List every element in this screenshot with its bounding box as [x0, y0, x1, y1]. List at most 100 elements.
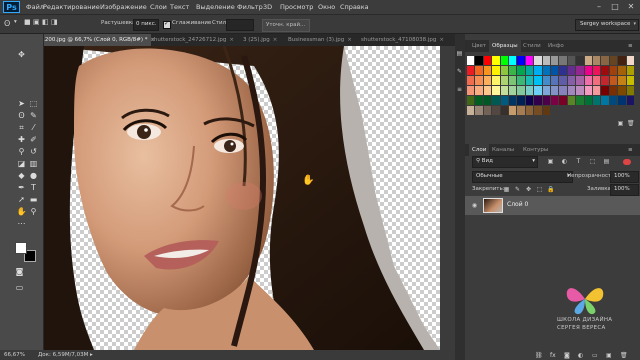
close-tab-icon[interactable]: ×: [273, 37, 278, 43]
swatch[interactable]: [542, 66, 550, 75]
swatch[interactable]: [483, 106, 492, 115]
swatch[interactable]: [551, 76, 559, 85]
swatch[interactable]: [576, 96, 584, 105]
swatch[interactable]: [626, 86, 634, 95]
swatch[interactable]: [492, 76, 500, 85]
swatch[interactable]: [542, 86, 550, 95]
clone-stamp-icon[interactable]: ⚲: [16, 146, 27, 157]
swatch[interactable]: [534, 76, 542, 85]
swatch[interactable]: [492, 86, 500, 95]
visibility-eye-icon[interactable]: ◉: [471, 202, 478, 209]
swatch[interactable]: [584, 56, 592, 65]
delete-layer-icon[interactable]: 🗑: [620, 352, 628, 359]
swatch[interactable]: [626, 96, 634, 105]
marquee-tool-icon[interactable]: ⬚: [28, 98, 39, 109]
swatch[interactable]: [475, 106, 483, 115]
swatch[interactable]: [525, 76, 534, 85]
swatch[interactable]: [534, 106, 542, 115]
tab-layers[interactable]: Слои: [469, 144, 490, 156]
swatch[interactable]: [525, 106, 534, 115]
tab-swatches[interactable]: Образцы: [489, 40, 521, 52]
swatch[interactable]: [609, 96, 618, 105]
new-swatch-icon[interactable]: ▣: [617, 120, 624, 127]
filter-toggle[interactable]: [623, 159, 631, 165]
swatch[interactable]: [534, 86, 542, 95]
antialias-checkbox[interactable]: ✓: [163, 20, 171, 29]
swatch[interactable]: [500, 56, 508, 65]
swatch[interactable]: [618, 66, 626, 75]
menu-edit[interactable]: Редактирование: [43, 0, 100, 14]
foreground-color-swatch[interactable]: [15, 242, 27, 254]
swatch[interactable]: [509, 86, 517, 95]
maximize-icon[interactable]: □: [610, 2, 620, 12]
swatch[interactable]: [567, 96, 576, 105]
swatch[interactable]: [618, 96, 626, 105]
swatch[interactable]: [609, 66, 618, 75]
swatch[interactable]: [551, 86, 559, 95]
swatch[interactable]: [618, 76, 626, 85]
lock-all-icon[interactable]: 🔒: [547, 186, 554, 193]
zoom-icon[interactable]: ⚲: [28, 206, 39, 217]
history-brush-icon[interactable]: ↺: [28, 146, 39, 157]
eyedropper-icon[interactable]: ⁄: [28, 122, 39, 133]
tab-color[interactable]: Цвет: [469, 40, 489, 52]
swatch[interactable]: [601, 96, 609, 105]
swatch[interactable]: [517, 106, 525, 115]
lock-position-icon[interactable]: ✥: [525, 186, 532, 193]
swatch[interactable]: [517, 86, 525, 95]
tab-shutterstock-2[interactable]: shutterstock_47108038.jpg ×: [356, 34, 457, 46]
filter-pixel-icon[interactable]: ▣: [547, 158, 554, 165]
feather-input[interactable]: 0 пикс.: [133, 19, 159, 31]
blend-mode-dropdown[interactable]: Обычные ▾: [472, 171, 573, 183]
tab-businessman[interactable]: Businessman (3).jpg ×: [283, 34, 361, 46]
swatch[interactable]: [584, 96, 592, 105]
swatch[interactable]: [584, 66, 592, 75]
swatch[interactable]: [525, 56, 534, 65]
tab-info[interactable]: Инфо: [545, 40, 567, 52]
swatch[interactable]: [500, 86, 508, 95]
swatch[interactable]: [618, 86, 626, 95]
more-tools-icon[interactable]: ⋯: [16, 218, 27, 229]
swatch[interactable]: [559, 76, 567, 85]
properties-panel-icon[interactable]: ≡: [456, 86, 463, 93]
swatch[interactable]: [593, 96, 601, 105]
swatch[interactable]: [517, 76, 525, 85]
swatch[interactable]: [609, 86, 618, 95]
close-tab-icon[interactable]: ×: [439, 37, 444, 43]
menu-file[interactable]: Файл: [26, 0, 44, 14]
swatch[interactable]: [483, 96, 492, 105]
layers-menu-icon[interactable]: ≡: [625, 144, 636, 156]
lasso-icon[interactable]: ʘ: [16, 110, 27, 121]
swatch[interactable]: [551, 96, 559, 105]
close-tab-icon[interactable]: ×: [229, 37, 234, 43]
refine-edge-button[interactable]: Уточн. край...: [262, 19, 310, 32]
panel-menu-icon[interactable]: ≡: [625, 40, 636, 52]
layer-name[interactable]: Слой 0: [507, 201, 528, 208]
history-panel-icon[interactable]: ▤: [456, 50, 463, 57]
menu-select[interactable]: Выделение: [196, 0, 235, 14]
intersect-selection-icon[interactable]: ◨: [51, 18, 58, 26]
brush-panel-icon[interactable]: ✎: [456, 68, 463, 75]
screen-mode-icon[interactable]: ▭: [14, 282, 25, 293]
swatch[interactable]: [542, 76, 550, 85]
opacity-input[interactable]: 100%: [610, 171, 639, 183]
swatch[interactable]: [609, 76, 618, 85]
add-selection-icon[interactable]: ▣: [33, 18, 40, 26]
hand-icon[interactable]: ✋: [16, 206, 27, 217]
new-layer-icon[interactable]: ▣: [606, 352, 612, 359]
swatch[interactable]: [542, 96, 550, 105]
swatch[interactable]: [593, 76, 601, 85]
swatch[interactable]: [609, 56, 618, 65]
new-selection-icon[interactable]: ■: [24, 18, 31, 26]
swatch[interactable]: [542, 56, 550, 65]
move-tool-icon[interactable]: ✥: [16, 49, 27, 60]
swatch[interactable]: [500, 66, 508, 75]
fill-input[interactable]: 100%: [610, 184, 639, 196]
layer-filter-dropdown[interactable]: ⚲ Вид ▾: [472, 156, 538, 168]
eraser-icon[interactable]: ◪: [16, 158, 27, 169]
swatch[interactable]: [500, 106, 508, 115]
style-dropdown[interactable]: [226, 19, 254, 31]
dodge-icon[interactable]: ●: [28, 170, 39, 181]
swatch[interactable]: [509, 66, 517, 75]
minimize-icon[interactable]: –: [594, 2, 604, 12]
